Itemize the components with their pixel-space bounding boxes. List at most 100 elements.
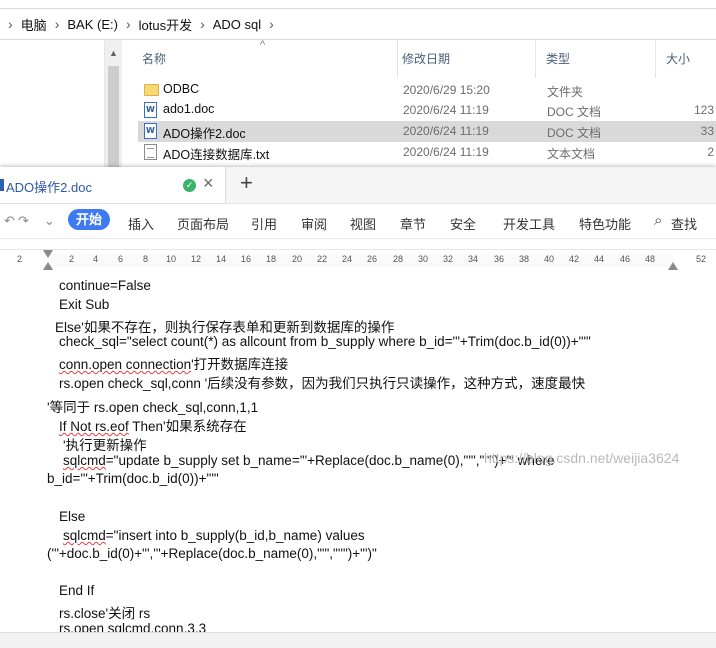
horizontal-ruler[interactable]: 2 2 4 6 8 10 12 14 16 18 20 22 24 26 28 …: [0, 249, 716, 273]
first-indent-marker[interactable]: [43, 250, 53, 258]
ruler-tick: 42: [569, 254, 580, 264]
ruler-tick: 46: [620, 254, 631, 264]
breadcrumb-folder-lotus[interactable]: lotus开发: [139, 15, 192, 34]
ruler-tick: 8: [143, 254, 149, 264]
tab-reference[interactable]: 引用: [251, 214, 277, 233]
file-size: 33: [700, 124, 714, 138]
tab-page-layout[interactable]: 页面布局: [177, 214, 229, 233]
breadcrumb-separator-icon[interactable]: ›: [200, 16, 205, 32]
scroll-thumb[interactable]: [108, 66, 119, 167]
document-tab-title: ADO操作2.doc: [6, 180, 92, 195]
tab-review[interactable]: 审阅: [301, 214, 327, 233]
file-name: ODBC: [163, 82, 200, 96]
doc-line: '等同于 rs.open check_sql,conn,1,1: [47, 400, 259, 415]
doc-line: sqlcmd="update b_supply set b_name='"+Re…: [63, 453, 554, 468]
tab-section[interactable]: 章节: [400, 214, 426, 233]
breadcrumb-drive[interactable]: BAK (E:): [67, 17, 118, 32]
file-size: 2: [707, 145, 714, 159]
breadcrumb-separator-icon: ›: [8, 16, 13, 32]
breadcrumb-separator-icon[interactable]: ›: [55, 16, 60, 32]
tab-insert[interactable]: 插入: [128, 214, 154, 233]
tab-security[interactable]: 安全: [450, 214, 476, 233]
ruler-tick: 30: [418, 254, 429, 264]
breadcrumb-separator-icon[interactable]: ›: [269, 16, 274, 32]
search-button[interactable]: 查找: [671, 214, 697, 233]
doc-text: Then'如果系统存在: [128, 419, 247, 434]
ruler-tick: 52: [696, 254, 707, 264]
doc-line: rs.open check_sql,conn '后续没有参数，因为我们只执行只读…: [59, 376, 586, 391]
redo-icon[interactable]: ↷: [18, 213, 29, 229]
file-type: DOC 文档: [547, 126, 602, 140]
spellcheck-text: sqlcmd: [63, 528, 106, 543]
file-date: 2020/6/24 11:19: [403, 145, 489, 159]
saved-check-icon: ✓: [183, 179, 196, 192]
wps-writer-window: ADO操作2.doc ✓ × + ↶ ↷ ⌄ 开始 插入 页面布局 引用 审阅 …: [0, 167, 716, 648]
ruler-tick: 6: [118, 254, 124, 264]
scroll-up-icon[interactable]: ▲: [109, 48, 118, 58]
ribbon-menu: ↶ ↷ ⌄ 开始 插入 页面布局 引用 审阅 视图 章节 安全 开发工具 特色功…: [0, 204, 716, 239]
undo-icon[interactable]: ↶: [4, 213, 15, 229]
ruler-tick: 22: [317, 254, 328, 264]
close-icon[interactable]: ×: [203, 173, 214, 194]
ruler-tick: 2: [69, 254, 75, 264]
navigation-pane: [0, 40, 104, 167]
tab-features[interactable]: 特色功能: [579, 214, 631, 233]
breadcrumb-separator-icon[interactable]: ›: [126, 16, 131, 32]
tab-dev-tools[interactable]: 开发工具: [503, 214, 555, 233]
file-type: 文件夹: [547, 85, 584, 99]
ruler-tick: 34: [468, 254, 479, 264]
ruler-tick: 26: [367, 254, 378, 264]
status-bar: [0, 632, 716, 648]
doc-text: '打开数据库连接: [191, 357, 289, 372]
chevron-down-icon[interactable]: ⌄: [44, 213, 55, 229]
file-list: 名称 ^ 修改日期 类型 大小 ODBC 2020/6/29 15:20 文件夹…: [122, 39, 716, 167]
file-name: ADO连接数据库.txt: [163, 148, 270, 162]
navigation-scrollbar[interactable]: ▲: [104, 40, 122, 167]
file-date: 2020/6/24 11:19: [403, 103, 489, 117]
file-type: DOC 文档: [547, 105, 602, 119]
document-tab[interactable]: ADO操作2.doc ✓ ×: [0, 167, 226, 203]
doc-line: '执行更新操作: [63, 438, 147, 453]
doc-line: conn.open connection'打开数据库连接: [59, 353, 288, 373]
ruler-track: [48, 254, 673, 267]
file-row-ado-txt[interactable]: ADO连接数据库.txt 2020/6/24 11:19 文本文档 2: [138, 142, 716, 163]
breadcrumb-folder-ado[interactable]: ADO sql: [213, 17, 261, 32]
doc-line: If Not rs.eof Then'如果系统存在: [59, 415, 247, 435]
doc-line: sqlcmd="insert into b_supply(b_id,b_name…: [63, 528, 365, 543]
ruler-tick: 20: [292, 254, 303, 264]
ruler-tick: 16: [241, 254, 252, 264]
file-row-ado2-selected[interactable]: ADO操作2.doc 2020/6/24 11:19 DOC 文档 33: [138, 121, 716, 142]
doc-line: check_sql="select count(*) as allcount f…: [59, 334, 591, 349]
file-date: 2020/6/24 11:19: [403, 124, 489, 138]
doc-line: ('"+doc.b_id(0)+"','"+Replace(doc.b_name…: [47, 546, 377, 561]
document-tab-bar: ADO操作2.doc ✓ × +: [0, 167, 716, 204]
ruler-tick: 24: [342, 254, 353, 264]
column-size[interactable]: 大小: [656, 40, 716, 78]
ruler-tick: 32: [443, 254, 454, 264]
sort-ascending-icon: ^: [260, 39, 266, 51]
doc-line: rs.close'关闭 rs: [59, 606, 151, 621]
column-type[interactable]: 类型: [536, 40, 656, 78]
doc-line: Exit Sub: [59, 297, 110, 312]
file-row-odbc[interactable]: ODBC 2020/6/29 15:20 文件夹: [138, 80, 716, 101]
breadcrumb-computer[interactable]: 电脑: [21, 15, 47, 34]
ruler-tick: 18: [266, 254, 277, 264]
file-name: ado1.doc: [163, 102, 215, 116]
ruler-tick: 12: [191, 254, 202, 264]
address-bar[interactable]: › 电脑 › BAK (E:) › lotus开发 › ADO sql ›: [0, 8, 716, 40]
file-size: 123: [693, 103, 714, 117]
wps-doc-icon: [0, 179, 4, 191]
file-date: 2020/6/29 15:20: [403, 83, 490, 97]
new-tab-plus-icon[interactable]: +: [240, 170, 253, 196]
ruler-tick: 4: [93, 254, 99, 264]
ruler-tick: 14: [216, 254, 227, 264]
search-icon[interactable]: ⌕: [654, 212, 662, 229]
watermark-text: https://blog.csdn.net/weijia3624: [484, 450, 680, 466]
tab-view[interactable]: 视图: [350, 214, 376, 233]
right-indent-marker[interactable]: [668, 262, 678, 270]
doc-line: Else'如果不存在，则执行保存表单和更新到数据库的操作: [55, 320, 395, 335]
hanging-indent-marker[interactable]: [43, 262, 53, 270]
tab-start[interactable]: 开始: [68, 209, 111, 230]
file-row-ado1[interactable]: ado1.doc 2020/6/24 11:19 DOC 文档 123: [138, 100, 716, 121]
column-date[interactable]: 修改日期: [392, 40, 536, 78]
